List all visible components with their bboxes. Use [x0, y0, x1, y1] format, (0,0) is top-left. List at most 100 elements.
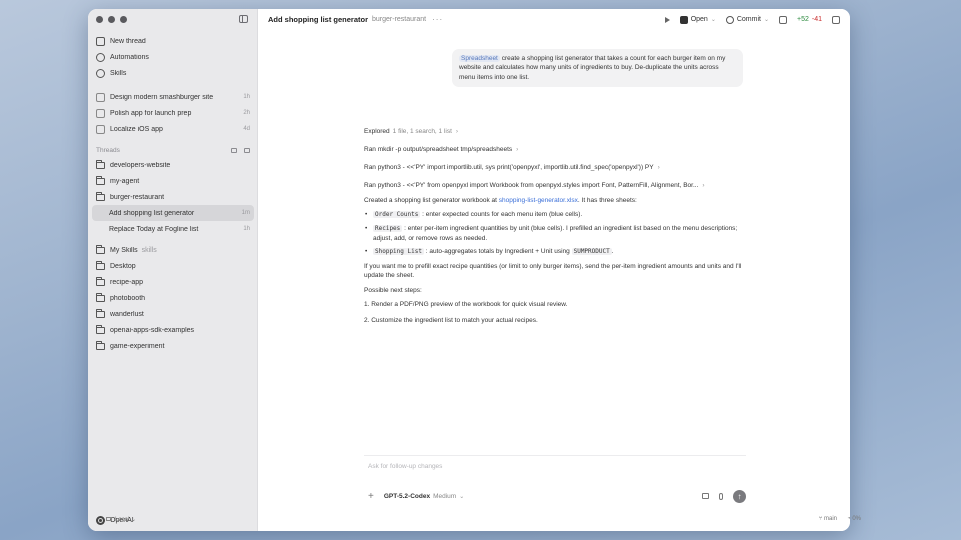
branch-selector[interactable]: ⑂ main [819, 516, 837, 522]
composer: Ask for follow-up changes + GPT-5.2-Code… [356, 455, 754, 509]
new-folder-icon[interactable] [231, 147, 237, 153]
folder-open-icon [96, 192, 105, 201]
thread-time: 4d [243, 126, 250, 132]
list-item: Shopping List : auto-aggregates totals b… [364, 247, 746, 257]
commit-button[interactable]: Commit ⌄ [725, 15, 769, 24]
list-item: Recipes : enter per-item ingredient quan… [364, 224, 746, 243]
folder-label: Desktop [110, 262, 136, 270]
thread-folder[interactable]: openai-apps-sdk-examples [88, 322, 258, 338]
thread-folder[interactable]: game-experiment [88, 338, 258, 354]
status-bar: Local ⌄ ⑂ main ◔ 0% [106, 513, 861, 525]
project-name[interactable]: burger-restaurant [372, 16, 426, 23]
microphone-icon[interactable] [719, 492, 723, 500]
recent-thread-item[interactable]: Localize iOS app 4d [88, 121, 258, 137]
next-steps-heading: Possible next steps: [364, 286, 422, 294]
add-attachment-button[interactable]: + [368, 491, 374, 502]
thread-item[interactable]: Replace Today at Fogline list 1h [88, 221, 258, 237]
environment-selector[interactable]: Local ⌄ [106, 516, 136, 523]
model-selector[interactable]: GPT-5.2-Codex [384, 493, 430, 500]
context-usage: ◔ 0% [847, 516, 861, 522]
filter-icon[interactable] [244, 147, 250, 153]
attachment-chip[interactable]: Spreadsheet [459, 55, 500, 62]
open-button[interactable]: Open ⌄ [679, 15, 716, 24]
thread-time: 1h [243, 226, 250, 232]
sidebar-toggle-icon[interactable] [239, 15, 248, 23]
branch-label: main [824, 516, 838, 522]
thread-time: 1m [241, 210, 250, 216]
close-window-button[interactable] [96, 16, 103, 23]
laptop-icon [106, 516, 112, 521]
list-item: 2. Customize the ingredient list to matc… [364, 316, 538, 324]
thread-label: Polish app for launch prep [110, 109, 192, 117]
run-icon[interactable] [664, 16, 670, 23]
followup-input[interactable]: Ask for follow-up changes [368, 463, 442, 470]
screenshot-icon[interactable] [702, 493, 709, 499]
reasoning-effort-selector[interactable]: Medium [433, 493, 456, 500]
sheet-name: Order Counts [373, 211, 421, 219]
diff-stats-button[interactable]: +52 -41 [797, 16, 822, 23]
thread-label: Design modern smashburger site [110, 93, 214, 101]
chevron-right-icon: › [455, 127, 459, 135]
clock-icon [96, 52, 105, 62]
command-line[interactable]: Ran mkdir -p output/spreadsheet tmp/spre… [364, 140, 746, 158]
explored-summary[interactable]: Explored 1 file, 1 search, 1 list › [364, 122, 746, 140]
sheet-description: : auto-aggregates totals by Ingredient +… [425, 248, 570, 256]
terminal-icon[interactable] [779, 15, 787, 24]
send-button[interactable]: ↑ [733, 489, 746, 503]
minimize-window-button[interactable] [108, 16, 115, 23]
thread-folder[interactable]: recipe-app [88, 274, 258, 290]
app-window: New thread Automations Skills Design mod… [88, 9, 850, 531]
commit-label: Commit [736, 16, 761, 23]
thread-label: Replace Today at Fogline list [109, 225, 199, 233]
thread-folder[interactable]: developers-website [88, 157, 258, 173]
skills-icon [96, 68, 105, 78]
zoom-window-button[interactable] [120, 16, 127, 23]
created-paragraph: Created a shopping list generator workbo… [364, 196, 746, 205]
folder-label: wanderlust [110, 310, 144, 318]
nav-item-automations[interactable]: Automations [88, 49, 258, 65]
folder-sublabel: skills [141, 246, 157, 254]
panel-toggle-icon[interactable] [832, 15, 840, 24]
sheets-list: Order Counts : enter expected counts for… [364, 210, 746, 256]
thread-item-active[interactable]: Add shopping list generator 1m [92, 205, 254, 221]
recent-thread-item[interactable]: Design modern smashburger site 1h [88, 89, 258, 105]
more-options-icon[interactable]: ··· [432, 15, 443, 24]
thread-folder[interactable]: Desktop [88, 258, 258, 274]
folder-icon [96, 277, 105, 286]
recent-threads: Design modern smashburger site 1h Polish… [88, 89, 258, 137]
thread-folder[interactable]: burger-restaurant [88, 189, 258, 205]
nav-item-skills[interactable]: Skills [88, 65, 258, 81]
thread-folder[interactable]: My Skills skills [88, 242, 258, 258]
folder-label: game-experiment [110, 342, 165, 350]
folder-label: recipe-app [110, 278, 144, 286]
threads-header-label: Threads [96, 146, 120, 154]
thread-folder[interactable]: my-agent [88, 173, 258, 189]
threads-header: Threads [88, 143, 258, 157]
folder-label: photobooth [110, 294, 146, 302]
folder-icon [96, 261, 105, 270]
folder-icon [96, 245, 105, 254]
recent-thread-item[interactable]: Polish app for launch prep 2h [88, 105, 258, 121]
thread-folder[interactable]: photobooth [88, 290, 258, 306]
command-line[interactable]: Ran python3 - <<'PY' from openpyxl impor… [364, 176, 746, 194]
command-line[interactable]: Ran python3 - <<'PY' import importlib.ut… [364, 158, 746, 176]
thread-time: 1h [243, 94, 250, 100]
topbar: Add shopping list generator burger-resta… [258, 9, 850, 30]
chevron-right-icon: › [657, 163, 660, 171]
folder-icon [96, 341, 105, 350]
followup-paragraph: If you want me to prefill exact recipe q… [364, 262, 742, 280]
new-thread-icon [96, 36, 105, 46]
window-controls [96, 16, 127, 23]
threads-actions [231, 147, 250, 153]
workbook-link[interactable]: shopping-list-generator.xlsx [499, 197, 578, 204]
folder-label: developers-website [110, 161, 171, 169]
next-steps-list: 1. Render a PDF/PNG preview of the workb… [364, 300, 746, 325]
assistant-response: Explored 1 file, 1 search, 1 list › Ran … [364, 122, 746, 331]
folder-label: openai-apps-sdk-examples [110, 326, 195, 334]
open-label: Open [690, 16, 708, 23]
threads-section: Threads developers-website my-agent burg… [88, 143, 258, 354]
sidebar: New thread Automations Skills Design mod… [88, 9, 258, 531]
thread-folder[interactable]: wanderlust [88, 306, 258, 322]
chevron-down-icon: ⌄ [459, 493, 465, 500]
nav-item-new-thread[interactable]: New thread [88, 33, 258, 49]
